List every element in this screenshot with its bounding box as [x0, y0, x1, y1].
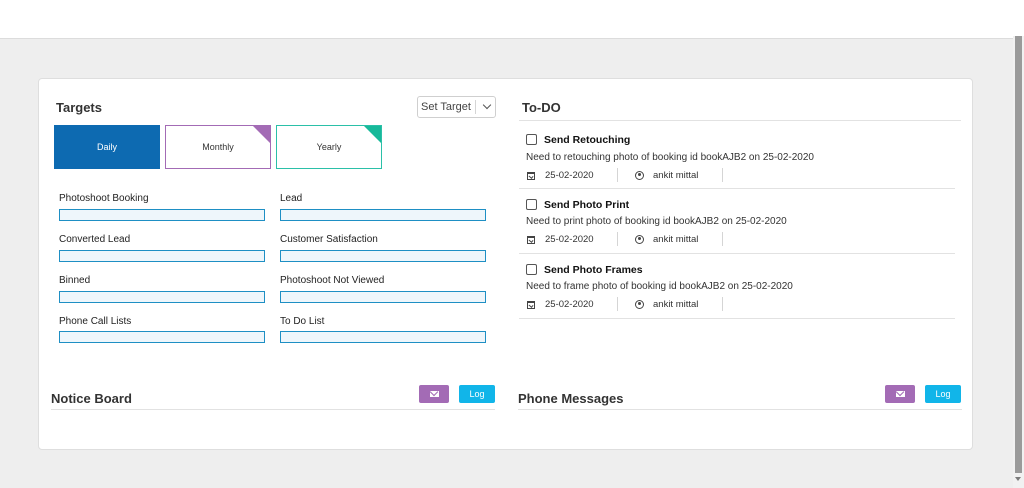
envelope-icon	[430, 391, 439, 397]
todo-item-user: ankit mittal	[653, 170, 699, 181]
todo-item-date: 25-02-2020	[545, 170, 594, 181]
calendar-icon	[527, 172, 535, 180]
metric-label-binned: Binned	[59, 275, 91, 286]
phone-messages-title: Phone Messages	[518, 391, 624, 406]
todo-item-description: Need to print photo of booking id bookAJ…	[526, 216, 787, 227]
todo-item-user: ankit mittal	[653, 234, 699, 245]
phone-messages-divider	[518, 409, 962, 410]
tab-daily-label: Daily	[96, 142, 117, 152]
meta-separator	[617, 232, 618, 246]
todo-item-description: Need to retouching photo of booking id b…	[526, 152, 814, 163]
user-icon	[635, 171, 644, 180]
vertical-scrollbar[interactable]	[1013, 0, 1024, 488]
todo-item-date: 25-02-2020	[545, 299, 594, 310]
todo-item-title: Send Photo Print	[544, 199, 630, 211]
metric-bar-binned	[59, 291, 265, 303]
notice-board-mail-button[interactable]	[419, 385, 449, 403]
metric-label-customer-satisfaction: Customer Satisfaction	[280, 234, 378, 245]
todo-title-divider	[519, 120, 961, 121]
metric-label-photoshoot-not-viewed: Photoshoot Not Viewed	[280, 275, 385, 286]
todo-checkbox[interactable]	[526, 264, 537, 275]
tab-yearly[interactable]: Yearly	[276, 125, 382, 169]
metric-bar-customer-satisfaction	[280, 250, 486, 262]
metric-bar-photoshoot-not-viewed	[280, 291, 486, 303]
meta-separator	[722, 297, 723, 311]
metric-bar-photoshoot-booking	[59, 209, 265, 221]
todo-checkbox[interactable]	[526, 199, 537, 210]
meta-separator	[617, 297, 618, 311]
metric-bar-phone-call-lists	[59, 331, 265, 343]
meta-separator	[617, 168, 618, 182]
metric-label-lead: Lead	[280, 193, 303, 204]
todo-item-description: Need to frame photo of booking id bookAJ…	[526, 281, 793, 292]
dropdown-separator	[475, 100, 476, 114]
metric-label-phone-call-lists: Phone Call Lists	[59, 316, 132, 327]
metric-label-to-do-list: To Do List	[280, 316, 325, 327]
metric-bar-lead	[280, 209, 486, 221]
targets-title: Targets	[56, 100, 102, 115]
todo-item-divider	[519, 318, 955, 319]
todo-item-divider	[519, 253, 955, 254]
todo-item-divider	[519, 188, 955, 189]
todo-item-user: ankit mittal	[653, 299, 699, 310]
metric-label-converted-lead: Converted Lead	[59, 234, 131, 245]
user-icon	[635, 300, 644, 309]
notice-board-divider	[51, 409, 495, 410]
todo-title: To-DO	[522, 100, 561, 115]
todo-item-title: Send Retouching	[544, 134, 631, 146]
phone-messages-log-button[interactable]: Log	[925, 385, 961, 403]
metric-bar-to-do-list	[280, 331, 486, 343]
scroll-down-arrow-icon[interactable]	[1015, 477, 1021, 481]
meta-separator	[722, 232, 723, 246]
meta-separator	[722, 168, 723, 182]
set-target-label: Set Target	[421, 101, 471, 113]
metric-bar-converted-lead	[59, 250, 265, 262]
scrollbar-thumb[interactable]	[1015, 36, 1022, 473]
calendar-icon	[527, 301, 535, 309]
user-icon	[635, 235, 644, 244]
todo-item-title: Send Photo Frames	[544, 264, 643, 276]
set-target-dropdown[interactable]: Set Target	[417, 96, 496, 118]
todo-checkbox[interactable]	[526, 134, 537, 145]
top-header-bar	[0, 0, 1013, 39]
corner-ribbon-icon	[364, 126, 381, 143]
metric-label-photoshoot-booking: Photoshoot Booking	[59, 193, 149, 204]
notice-board-title: Notice Board	[51, 391, 132, 406]
tab-yearly-label: Yearly	[316, 142, 342, 152]
calendar-icon	[527, 236, 535, 244]
phone-messages-mail-button[interactable]	[885, 385, 915, 403]
envelope-icon	[896, 391, 905, 397]
tab-monthly-label: Monthly	[202, 142, 234, 152]
corner-ribbon-icon	[253, 126, 270, 143]
todo-item-date: 25-02-2020	[545, 234, 594, 245]
notice-board-log-button[interactable]: Log	[459, 385, 495, 403]
tab-monthly[interactable]: Monthly	[165, 125, 271, 169]
scrollbar-track-top	[1013, 0, 1024, 36]
tab-daily[interactable]: Daily	[54, 125, 160, 169]
dashboard-card: Targets Set Target Daily Monthly Yearly …	[38, 78, 973, 450]
chevron-down-icon	[482, 100, 492, 110]
